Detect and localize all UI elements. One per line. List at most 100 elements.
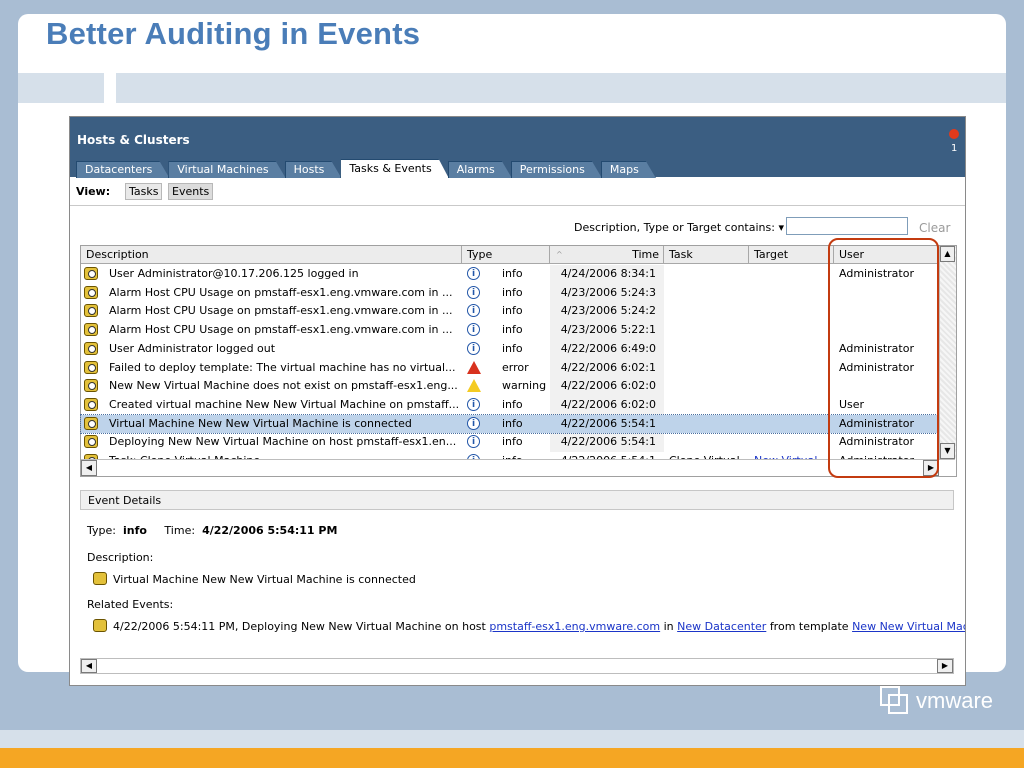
cell-time: 4/23/2006 5:22:1 [560, 323, 656, 337]
table-row[interactable]: i Alarm Host CPU Usage on pmstaff-esx1.en… [81, 302, 939, 320]
event-icon [84, 341, 98, 355]
footer-accent-band [0, 748, 1024, 768]
event-icon [84, 397, 98, 411]
table-row[interactable]: i Alarm Host CPU Usage on pmstaff-esx1.en… [81, 284, 939, 302]
cell-description: Alarm Host CPU Usage on pmstaff-esx1.eng… [109, 285, 453, 299]
vmware-logo-text: vmware [916, 688, 994, 713]
view-tasks-button[interactable]: Tasks [125, 183, 163, 200]
cell-time: 4/22/2006 6:02:0 [560, 397, 656, 411]
tab-virtual-machines[interactable]: Virtual Machines [168, 161, 285, 178]
scroll-right-icon[interactable]: ▶ [937, 659, 953, 673]
scroll-up-icon[interactable]: ▲ [940, 246, 955, 262]
event-icon [84, 323, 98, 337]
info-icon: i [467, 416, 480, 430]
cell-description: New New Virtual Machine does not exist o… [109, 379, 458, 393]
description-label: Description: [87, 551, 154, 564]
cell-description: Deploying New New Virtual Machine on hos… [109, 435, 457, 449]
column-header-description[interactable]: Description [81, 246, 462, 264]
cell-time: 4/24/2006 8:34:1 [560, 267, 656, 280]
column-header-type[interactable]: Type [462, 246, 550, 264]
description-value: Virtual Machine New New Virtual Machine … [93, 572, 416, 586]
cell-description: Failed to deploy template: The virtual m… [109, 360, 456, 374]
cell-target [754, 340, 834, 358]
cell-time: 4/22/2006 5:54:1 [560, 435, 656, 449]
table-row[interactable]: i User Administrator logged out info 4/22/2… [81, 340, 939, 358]
tab-strip: Datacenters Virtual Machines Hosts Tasks… [76, 159, 655, 177]
title-band-right [116, 73, 1006, 103]
event-icon [84, 435, 98, 449]
cell-target [754, 396, 834, 414]
vertical-scrollbar[interactable]: ▲ ▼ [939, 246, 956, 459]
alarm-icon[interactable] [949, 129, 959, 139]
event-type-line: Type: info Time: 4/22/2006 5:54:11 PM [87, 524, 338, 537]
cell-time: 4/23/2006 5:24:3 [560, 285, 656, 299]
cell-task [669, 377, 749, 395]
table-row[interactable]: New New Virtual Machine does not exist o… [81, 377, 939, 395]
window-header: Hosts & Clusters 1 Datacenters Virtual M… [70, 117, 965, 177]
cell-time: 4/22/2006 6:49:0 [560, 341, 656, 355]
cell-target [754, 321, 834, 339]
column-header-time[interactable]: ^ Time [550, 246, 664, 264]
info-icon: i [467, 285, 480, 299]
template-link[interactable]: New New Virtual Mac [852, 620, 965, 633]
info-icon: i [467, 397, 480, 411]
event-icon [84, 304, 98, 318]
cell-task [669, 302, 749, 320]
table-row[interactable]: i User Administrator@10.17.206.125 logged… [81, 265, 939, 283]
table-row[interactable]: i Deploying New New Virtual Machine on ho… [81, 433, 939, 451]
tab-hosts[interactable]: Hosts [285, 161, 342, 178]
column-header-task[interactable]: Task [664, 246, 749, 264]
related-event-item: 4/22/2006 5:54:11 PM, Deploying New New … [93, 619, 965, 633]
table-row[interactable]: i Created virtual machine New New Virtual… [81, 396, 939, 414]
event-icon [93, 619, 107, 632]
cell-target [754, 415, 834, 433]
cell-task [669, 433, 749, 451]
scroll-left-icon[interactable]: ◀ [81, 460, 97, 476]
related-events-label: Related Events: [87, 598, 174, 611]
details-horizontal-scrollbar[interactable]: ◀ ▶ [80, 658, 954, 674]
cell-time: 4/23/2006 5:24:2 [560, 304, 656, 318]
cell-description: User Administrator logged out [109, 341, 276, 355]
cell-description: Alarm Host CPU Usage on pmstaff-esx1.eng… [109, 323, 453, 337]
cell-time: 4/22/2006 6:02:1 [560, 360, 656, 374]
tab-maps[interactable]: Maps [601, 161, 656, 178]
event-icon [84, 379, 98, 393]
info-icon: i [467, 435, 480, 449]
event-icon [84, 416, 98, 430]
table-row[interactable]: i Virtual Machine New New Virtual Machine… [80, 413, 940, 434]
tab-alarms[interactable]: Alarms [448, 161, 512, 178]
cell-target [754, 265, 834, 283]
filter-input[interactable] [786, 217, 908, 235]
view-events-button[interactable]: Events [168, 183, 214, 200]
clear-button[interactable]: Clear [919, 221, 950, 235]
chevron-down-icon[interactable]: ▾ [778, 221, 784, 234]
scroll-down-icon[interactable]: ▼ [940, 443, 955, 459]
cell-time: 4/22/2006 6:02:0 [560, 379, 656, 393]
event-icon [93, 572, 107, 585]
horizontal-scrollbar[interactable]: ◀ ▶ [81, 459, 955, 476]
view-label: View: [76, 185, 111, 198]
table-row[interactable]: Failed to deploy template: The virtual m… [81, 359, 939, 377]
tab-permissions[interactable]: Permissions [511, 161, 602, 178]
cell-target [754, 433, 834, 451]
cell-description: Alarm Host CPU Usage on pmstaff-esx1.eng… [109, 304, 453, 318]
datacenter-link[interactable]: New Datacenter [677, 620, 766, 633]
sort-ascending-icon: ^ [556, 250, 563, 259]
view-bar: View: Tasks Events [70, 177, 965, 206]
tab-datacenters[interactable]: Datacenters [76, 161, 169, 178]
info-icon: i [467, 304, 480, 318]
scroll-left-icon[interactable]: ◀ [81, 659, 97, 673]
vmware-logo: vmware [880, 686, 993, 716]
host-link[interactable]: pmstaff-esx1.eng.vmware.com [489, 620, 660, 633]
column-header-target[interactable]: Target [749, 246, 834, 264]
event-icon [84, 285, 98, 299]
event-icon [84, 267, 98, 280]
cell-description: Virtual Machine New New Virtual Machine … [109, 416, 412, 430]
user-column-highlight [828, 238, 939, 478]
event-type-value: info [122, 524, 147, 537]
table-row[interactable]: i Alarm Host CPU Usage on pmstaff-esx1.en… [81, 321, 939, 339]
tab-tasks-events[interactable]: Tasks & Events [340, 159, 448, 178]
warning-icon [467, 379, 481, 393]
cell-task [669, 396, 749, 414]
title-band-left [18, 73, 104, 103]
